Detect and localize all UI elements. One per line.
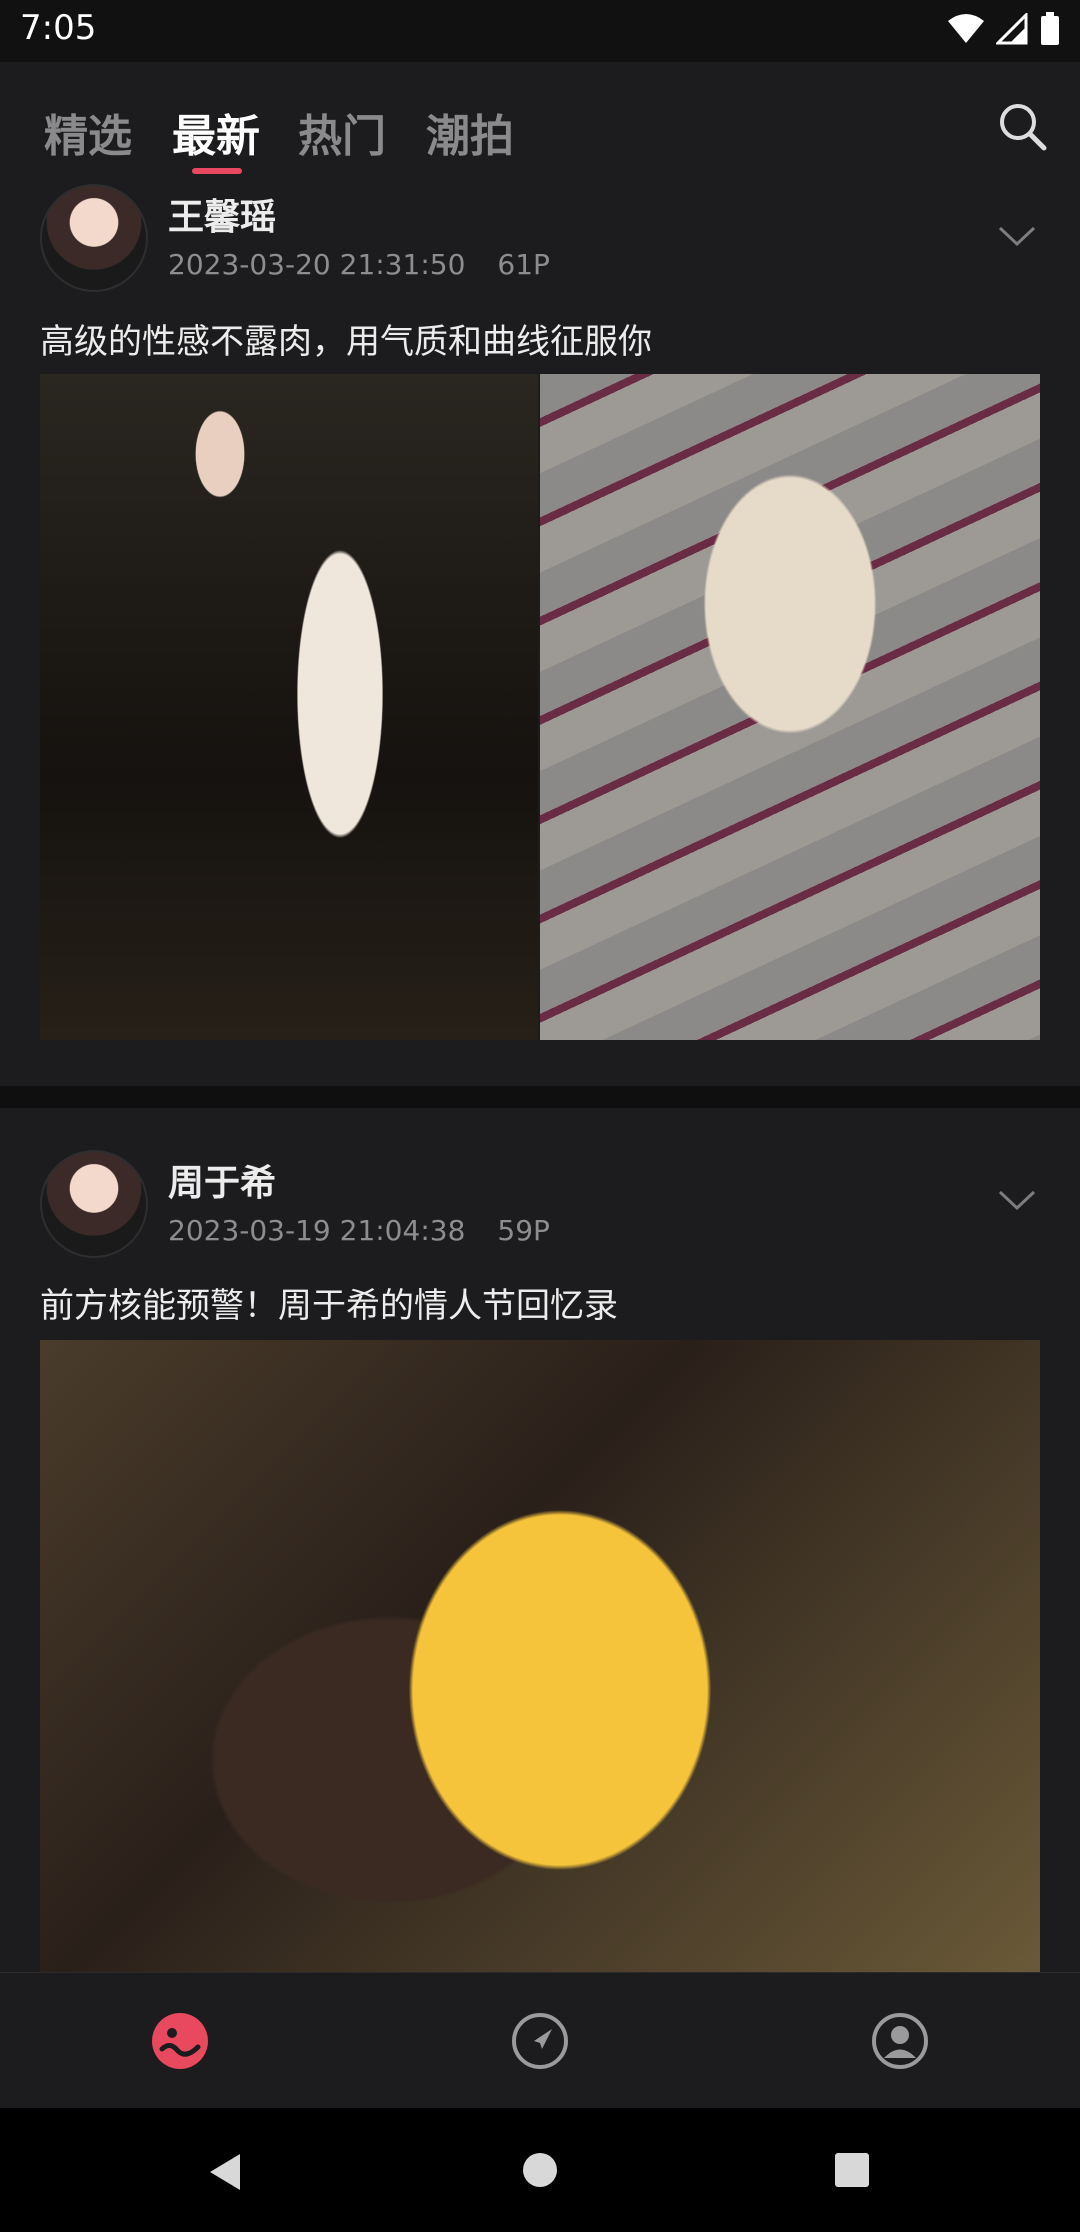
- avatar[interactable]: [40, 184, 148, 292]
- status-time: 7:05: [20, 8, 97, 48]
- chevron-down-icon[interactable]: [994, 1176, 1040, 1222]
- feed-list: 王馨瑶 2023-03-20 21:31:50 61P 高级的性感不露肉，用气质和…: [0, 176, 1080, 1972]
- post-card[interactable]: 王馨瑶 2023-03-20 21:31:50 61P 高级的性感不露肉，用气质和…: [0, 176, 1080, 1086]
- signal-icon: [996, 13, 1028, 45]
- home-icon[interactable]: [522, 2152, 558, 2188]
- post-caption: 高级的性感不露肉，用气质和曲线征服你: [40, 322, 652, 362]
- post-card[interactable]: 周于希 2023-03-19 21:04:38 59P 前方核能预警！周于希的情人…: [0, 1108, 1080, 1972]
- profile-icon[interactable]: [870, 2011, 930, 2071]
- tab-featured[interactable]: 精选: [44, 100, 132, 164]
- post-photo[interactable]: [40, 374, 538, 1040]
- status-icons: [948, 12, 1060, 46]
- tab-hot[interactable]: 热门: [298, 100, 386, 164]
- author-name[interactable]: 王馨瑶: [168, 188, 276, 240]
- post-photo[interactable]: [40, 1340, 1040, 1972]
- post-meta: 2023-03-20 21:31:50 61P: [168, 248, 582, 281]
- search-icon[interactable]: [994, 98, 1050, 154]
- post-divider: [0, 1086, 1080, 1108]
- bottom-nav: [0, 1972, 1080, 2109]
- back-icon[interactable]: [206, 2152, 246, 2192]
- top-tab-bar: 精选 最新 热门 潮拍: [0, 62, 1080, 177]
- recents-icon[interactable]: [834, 2152, 870, 2188]
- post-date: 2023-03-20 21:31:50: [168, 248, 466, 281]
- battery-icon: [1041, 12, 1059, 45]
- photo-count: 61P: [497, 248, 550, 281]
- post-meta: 2023-03-19 21:04:38 59P: [168, 1214, 582, 1247]
- chevron-down-icon[interactable]: [994, 212, 1040, 258]
- status-bar: 7:05: [0, 0, 1080, 62]
- system-nav-bar: [0, 2108, 1080, 2232]
- photo-count: 59P: [497, 1214, 550, 1247]
- author-name[interactable]: 周于希: [168, 1154, 276, 1206]
- active-tab-indicator: [192, 168, 242, 174]
- avatar[interactable]: [40, 1150, 148, 1258]
- home-face-icon[interactable]: [150, 2011, 210, 2071]
- post-caption: 前方核能预警！周于希的情人节回忆录: [40, 1286, 618, 1326]
- compass-icon[interactable]: [510, 2011, 570, 2071]
- tab-latest[interactable]: 最新: [172, 100, 260, 164]
- tab-trendy[interactable]: 潮拍: [426, 100, 514, 164]
- post-date: 2023-03-19 21:04:38: [168, 1214, 466, 1247]
- wifi-icon: [948, 14, 984, 43]
- post-photo[interactable]: [540, 374, 1040, 1040]
